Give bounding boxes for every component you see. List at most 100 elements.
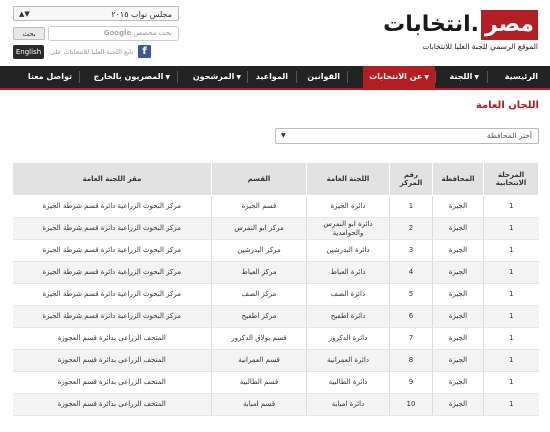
cell-committee: دائرة الجيزة (306, 195, 390, 218)
nav-item-home[interactable]: الرئيسية (505, 66, 538, 88)
facebook-icon[interactable]: f (138, 45, 151, 58)
table-row: 1 الجيزة 6 دائرة اطفيح مركز اطفيح مركز البحوث… (12, 305, 539, 328)
column-header-headquarters[interactable]: مقر اللجنة العامة (12, 162, 212, 196)
nav-divider (247, 71, 248, 83)
cell-phase: 1 (483, 261, 539, 284)
cell-section: قسم الجيزة (211, 195, 307, 218)
column-header-phase[interactable]: المرحلة الانتخابية (483, 162, 539, 196)
table-row: 1 الجيزة 1 دائرة الجيزة قسم الجيزة مركز البحو… (12, 195, 539, 218)
logo-black-text: انتخابات. (383, 12, 480, 37)
site-logo[interactable]: مصر انتخابات. الموقع الرسمي للجنة العليا… (383, 8, 538, 56)
cell-headquarters: المتحف الزراعى بدائرة قسم العجوزة (12, 327, 212, 350)
chevron-down-icon: ▼ (236, 74, 241, 81)
table-row: 1 الجيزة 3 دائرة البدرشين مركز البدرشين مركز … (12, 239, 539, 262)
governorate-select-value: أختر المحافظة (486, 131, 532, 140)
cell-governorate: الجيزة (432, 305, 484, 328)
site-header: مصر انتخابات. الموقع الرسمي للجنة العليا… (0, 0, 550, 66)
cell-center-number: 9 (389, 371, 433, 394)
cell-phase: 1 (483, 217, 539, 240)
cell-governorate: الجيزة (432, 283, 484, 306)
nav-item-dates[interactable]: المواعيد (256, 66, 288, 88)
cell-committee: دائرة العمرانية (306, 349, 390, 372)
column-header-committee[interactable]: اللجنة العامة (306, 162, 390, 196)
election-select[interactable]: مجلس نواب ٢٠١٥ ▲▼ (13, 6, 179, 21)
cell-governorate: الجيزة (432, 349, 484, 372)
logo-red-text: مصر (481, 10, 538, 40)
nav-item-laws[interactable]: القوانين (307, 66, 340, 88)
page-title: اللجان العامة (475, 100, 539, 111)
cell-headquarters: مركز البحوث الزراعية دائرة قسم شرطة الجي… (12, 305, 212, 328)
cell-section: مركز اطفيح (211, 305, 307, 328)
cell-center-number: 2 (389, 217, 433, 240)
cell-center-number: 8 (389, 349, 433, 372)
nav-divider (435, 71, 436, 83)
cell-phase: 1 (483, 239, 539, 262)
cell-center-number: 1 (389, 195, 433, 218)
cell-committee: دائرة الطالبية (306, 371, 390, 394)
nav-item-committee-label: اللجنة (449, 72, 473, 81)
cell-section: مركز ابو النمرس (211, 217, 307, 240)
cell-section: قسم الطالبية (211, 371, 307, 394)
table-row: 1 الجيزة 9 دائرة الطالبية قسم الطالبية المتحف… (12, 371, 539, 394)
cell-governorate: الجيزة (432, 327, 484, 350)
cell-headquarters: مركز البحوث الزراعية دائرة قسم شرطة الجي… (12, 217, 212, 240)
cell-center-number: 7 (389, 327, 433, 350)
table-row: 1 الجيزة 7 دائرة الدكرور قسم بولاق الدكرور ال… (12, 327, 539, 350)
cell-committee: دائرة الدكرور (306, 327, 390, 350)
chevron-down-icon: ▼ (474, 74, 479, 81)
cell-center-number: 3 (389, 239, 433, 262)
column-header-governorate[interactable]: المحافظة (432, 162, 484, 196)
nav-divider (487, 71, 488, 83)
election-select-value: مجلس نواب ٢٠١٥ (111, 10, 172, 19)
cell-headquarters: المتحف الزراعى بدائرة قسم العجوزة (12, 371, 212, 394)
table-header-row: المرحلة الانتخابية المحافظة رقم المركز ا… (12, 162, 539, 196)
nav-item-candidates[interactable]: المرشحون ▼ (193, 66, 241, 88)
nav-item-contact[interactable]: تواصل معنا (28, 66, 72, 88)
table-row: 1 الجيزة 10 دائرة امبابة قسم امبابة المتحف ال… (12, 393, 539, 416)
google-logo-text: Google (103, 29, 132, 37)
cell-phase: 1 (483, 349, 539, 372)
cell-section: قسم العمرانية (211, 349, 307, 372)
cell-governorate: الجيزة (432, 371, 484, 394)
nav-item-candidates-label: المرشحون (192, 72, 235, 81)
table-row: 1 الجيزة 5 دائرة الصف مركز الصف مركز البحوث ا… (12, 283, 539, 306)
nav-item-about-elections[interactable]: عن الانتخابات ▼ (363, 66, 435, 88)
governorate-select[interactable]: أختر المحافظة ▼ (275, 128, 539, 144)
nav-item-about-elections-label: عن الانتخابات (369, 72, 423, 81)
english-button[interactable]: English (13, 45, 44, 59)
search-button[interactable]: بحث (13, 27, 45, 40)
cell-headquarters: مركز البحوث الزراعية دائرة قسم شرطة الجي… (12, 239, 212, 262)
chevron-down-icon: ▼ (424, 74, 429, 81)
cell-headquarters: المتحف الزراعى بدائرة قسم العجوزة (12, 393, 212, 416)
cell-committee: دائرة امبابة (306, 393, 390, 416)
cell-headquarters: مركز البحوث الزراعية دائرة قسم شرطة الجي… (12, 261, 212, 284)
cell-phase: 1 (483, 393, 539, 416)
cell-phase: 1 (483, 283, 539, 306)
cell-section: قسم امبابة (211, 393, 307, 416)
chevron-down-icon: ▼ (165, 74, 170, 81)
cell-phase: 1 (483, 305, 539, 328)
select-arrow-icon: ▲▼ (19, 10, 30, 18)
nav-divider (296, 71, 297, 83)
cell-committee: دائرة اطفيح (306, 305, 390, 328)
nav-item-egyptians-abroad-label: المصريون بالخارج (93, 72, 164, 81)
cell-phase: 1 (483, 195, 539, 218)
facebook-follow-text: تابع اللجنة العليا للانتخابات على (50, 48, 134, 56)
cell-phase: 1 (483, 371, 539, 394)
table-row: 1 الجيزة 4 دائرة العياط مركز العياط مركز البح… (12, 261, 539, 284)
nav-item-egyptians-abroad[interactable]: المصريون بالخارج ▼ (94, 66, 170, 88)
nav-divider (347, 71, 348, 83)
search-input[interactable]: Google بحث مخصص (48, 26, 179, 41)
chevron-down-icon: ▼ (281, 132, 286, 139)
column-header-center-number[interactable]: رقم المركز (389, 162, 433, 196)
cell-center-number: 5 (389, 283, 433, 306)
cell-headquarters: مركز البحوث الزراعية دائرة قسم شرطة الجي… (12, 195, 212, 218)
logo-subtitle: الموقع الرسمي للجنة العليا للانتخابات (422, 42, 538, 51)
nav-item-committee[interactable]: اللجنة ▼ (449, 66, 479, 88)
nav-divider (79, 71, 80, 83)
cell-governorate: الجيزة (432, 393, 484, 416)
cell-committee: دائرة ابو النمرس والحوامدية (306, 217, 390, 240)
cell-governorate: الجيزة (432, 261, 484, 284)
column-header-section[interactable]: القسم (211, 162, 307, 196)
cell-headquarters: مركز البحوث الزراعية دائرة قسم شرطة الجي… (12, 283, 212, 306)
